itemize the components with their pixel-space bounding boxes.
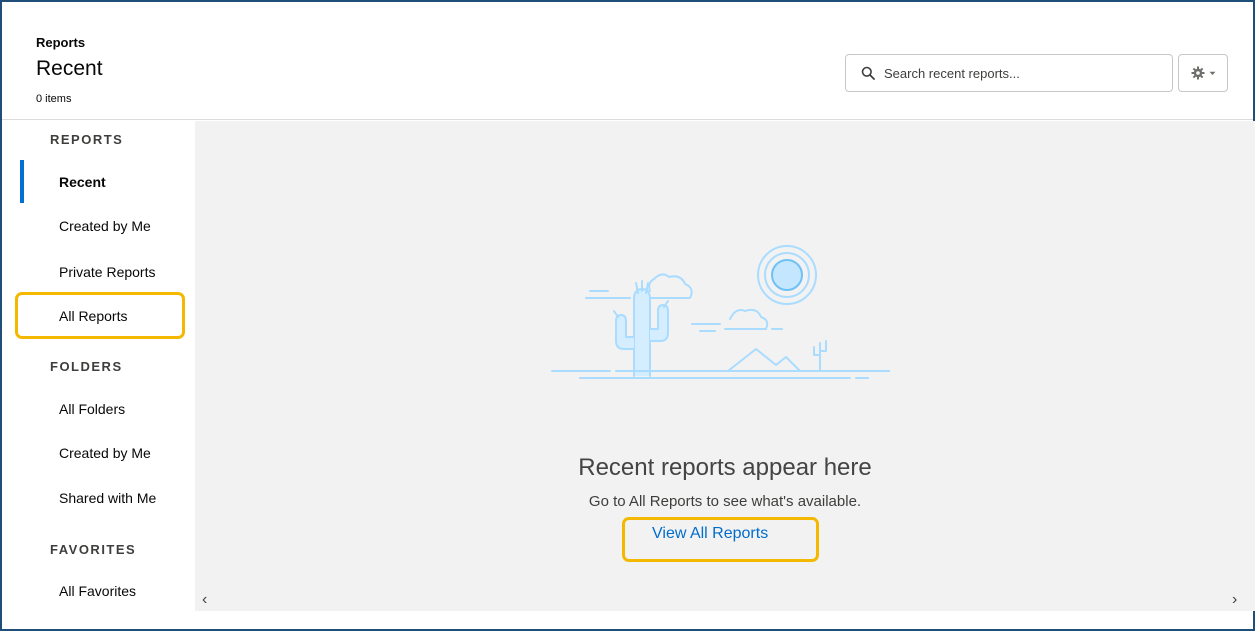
settings-menu-button[interactable] xyxy=(1178,54,1228,92)
empty-state-subtitle: Go to All Reports to see what's availabl… xyxy=(588,493,862,510)
chevron-left-icon[interactable]: ‹ xyxy=(202,591,207,609)
page-header: Reports Recent 0 items xyxy=(2,2,1253,120)
page-title: Recent xyxy=(36,57,103,80)
chevron-down-icon xyxy=(1209,71,1216,76)
breadcrumb[interactable]: Reports xyxy=(36,35,85,50)
main-content: Recent reports appear here Go to All Rep… xyxy=(195,121,1255,611)
search-input[interactable] xyxy=(884,65,1164,81)
sidebar-item-created-by-me[interactable]: Created by Me xyxy=(59,218,151,234)
sidebar-item-all-favorites[interactable]: All Favorites xyxy=(59,583,136,599)
highlight-all-reports xyxy=(15,292,185,339)
highlight-view-all-reports xyxy=(622,517,819,562)
desert-illustration xyxy=(551,245,890,379)
item-count: 0 items xyxy=(36,93,72,105)
active-indicator xyxy=(20,160,24,203)
horizontal-scrollbar[interactable] xyxy=(195,593,1255,611)
search-box[interactable] xyxy=(845,54,1173,92)
sidebar-item-recent[interactable]: Recent xyxy=(59,174,106,190)
sidebar-item-shared-with-me[interactable]: Shared with Me xyxy=(59,490,156,506)
chevron-right-icon[interactable]: › xyxy=(1232,591,1237,609)
gear-icon xyxy=(1191,66,1205,80)
section-folders: FOLDERS xyxy=(50,359,123,374)
sidebar-item-folders-created-by-me[interactable]: Created by Me xyxy=(59,445,151,461)
section-reports: REPORTS xyxy=(50,132,124,147)
sidebar-item-all-folders[interactable]: All Folders xyxy=(59,401,125,417)
empty-state-title: Recent reports appear here xyxy=(578,454,872,481)
sidebar-item-private-reports[interactable]: Private Reports xyxy=(59,264,155,280)
search-icon xyxy=(861,66,875,80)
app-frame: Reports Recent 0 items Search recent rep… xyxy=(0,0,1255,631)
section-favorites: FAVORITES xyxy=(50,542,137,557)
